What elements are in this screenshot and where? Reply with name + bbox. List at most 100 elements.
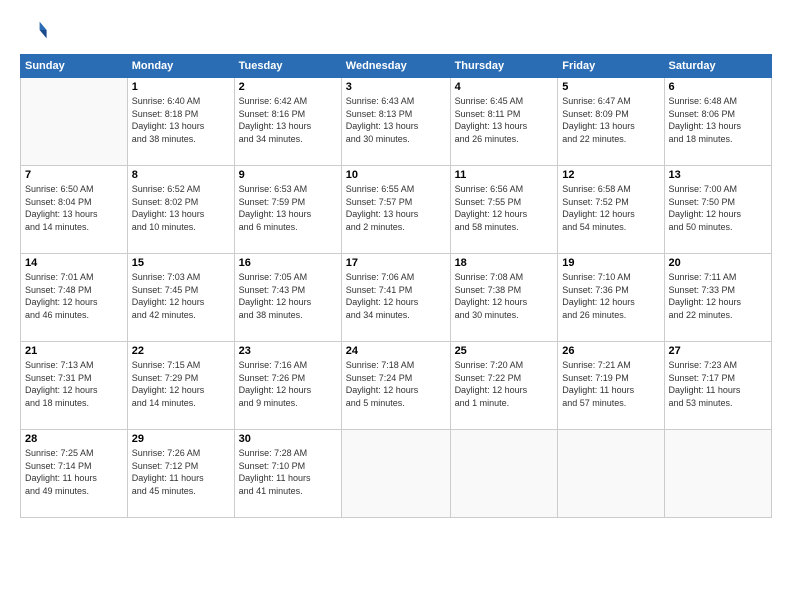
day-info: Sunrise: 6:43 AM Sunset: 8:13 PM Dayligh… (346, 95, 446, 145)
day-number: 30 (239, 433, 337, 445)
day-number: 28 (25, 433, 123, 445)
calendar-header-friday: Friday (558, 55, 664, 78)
calendar-header-saturday: Saturday (664, 55, 771, 78)
day-number: 27 (669, 345, 767, 357)
day-number: 15 (132, 257, 230, 269)
calendar-cell: 12 Sunrise: 6:58 AM Sunset: 7:52 PM Dayli… (558, 166, 664, 254)
calendar-cell (450, 430, 558, 518)
day-number: 26 (562, 345, 659, 357)
calendar-header-monday: Monday (127, 55, 234, 78)
day-info: Sunrise: 7:06 AM Sunset: 7:41 PM Dayligh… (346, 271, 446, 321)
page: SundayMondayTuesdayWednesdayThursdayFrid… (0, 0, 792, 612)
calendar-cell: 3 Sunrise: 6:43 AM Sunset: 8:13 PM Daylig… (341, 78, 450, 166)
calendar-cell: 20Sunrise: 7:11 AM Sunset: 7:33 PM Dayli… (664, 254, 771, 342)
calendar-table: SundayMondayTuesdayWednesdayThursdayFrid… (20, 54, 772, 518)
day-number: 13 (669, 169, 767, 181)
day-number: 12 (562, 169, 659, 181)
calendar-cell: 19 Sunrise: 7:10 AM Sunset: 7:36 PM Dayli… (558, 254, 664, 342)
day-number: 2 (239, 81, 337, 93)
calendar-week-5: 28 Sunrise: 7:25 AM Sunset: 7:14 PM Dayli… (21, 430, 772, 518)
day-number: 3 (346, 81, 446, 93)
day-number: 23 (239, 345, 337, 357)
calendar-cell (341, 430, 450, 518)
logo-icon (20, 16, 48, 44)
calendar-header-sunday: Sunday (21, 55, 128, 78)
day-info: Sunrise: 6:55 AM Sunset: 7:57 PM Dayligh… (346, 183, 446, 233)
calendar-cell: 25 Sunrise: 7:20 AM Sunset: 7:22 PM Dayli… (450, 342, 558, 430)
day-number: 10 (346, 169, 446, 181)
day-info: Sunrise: 7:21 AM Sunset: 7:19 PM Dayligh… (562, 359, 659, 409)
calendar-cell: 16 Sunrise: 7:05 AM Sunset: 7:43 PM Dayli… (234, 254, 341, 342)
calendar-week-3: 14 Sunrise: 7:01 AM Sunset: 7:48 PM Dayli… (21, 254, 772, 342)
day-info: Sunrise: 7:25 AM Sunset: 7:14 PM Dayligh… (25, 447, 123, 497)
day-number: 11 (455, 169, 554, 181)
calendar-cell: 11 Sunrise: 6:56 AM Sunset: 7:55 PM Dayli… (450, 166, 558, 254)
calendar-cell: 10 Sunrise: 6:55 AM Sunset: 7:57 PM Dayli… (341, 166, 450, 254)
calendar-header-thursday: Thursday (450, 55, 558, 78)
calendar-cell (21, 78, 128, 166)
calendar-cell: 22 Sunrise: 7:15 AM Sunset: 7:29 PM Dayli… (127, 342, 234, 430)
day-info: Sunrise: 7:23 AM Sunset: 7:17 PM Dayligh… (669, 359, 767, 409)
day-number: 5 (562, 81, 659, 93)
day-info: Sunrise: 7:11 AM Sunset: 7:33 PM Dayligh… (669, 271, 767, 321)
day-info: Sunrise: 6:56 AM Sunset: 7:55 PM Dayligh… (455, 183, 554, 233)
day-number: 19 (562, 257, 659, 269)
day-info: Sunrise: 6:40 AM Sunset: 8:18 PM Dayligh… (132, 95, 230, 145)
calendar-cell: 17 Sunrise: 7:06 AM Sunset: 7:41 PM Dayli… (341, 254, 450, 342)
day-info: Sunrise: 6:53 AM Sunset: 7:59 PM Dayligh… (239, 183, 337, 233)
logo (20, 16, 52, 44)
calendar-cell: 9Sunrise: 6:53 AM Sunset: 7:59 PM Daylig… (234, 166, 341, 254)
day-info: Sunrise: 7:05 AM Sunset: 7:43 PM Dayligh… (239, 271, 337, 321)
calendar-week-4: 21 Sunrise: 7:13 AM Sunset: 7:31 PM Dayli… (21, 342, 772, 430)
calendar-cell: 24 Sunrise: 7:18 AM Sunset: 7:24 PM Dayli… (341, 342, 450, 430)
day-number: 1 (132, 81, 230, 93)
day-number: 8 (132, 169, 230, 181)
day-number: 29 (132, 433, 230, 445)
day-info: Sunrise: 6:52 AM Sunset: 8:02 PM Dayligh… (132, 183, 230, 233)
calendar-header-row: SundayMondayTuesdayWednesdayThursdayFrid… (21, 55, 772, 78)
calendar-cell: 2Sunrise: 6:42 AM Sunset: 8:16 PM Daylig… (234, 78, 341, 166)
calendar-cell: 18Sunrise: 7:08 AM Sunset: 7:38 PM Dayli… (450, 254, 558, 342)
calendar-cell: 13Sunrise: 7:00 AM Sunset: 7:50 PM Dayli… (664, 166, 771, 254)
day-number: 21 (25, 345, 123, 357)
day-info: Sunrise: 6:58 AM Sunset: 7:52 PM Dayligh… (562, 183, 659, 233)
calendar-cell: 26 Sunrise: 7:21 AM Sunset: 7:19 PM Dayli… (558, 342, 664, 430)
day-info: Sunrise: 7:13 AM Sunset: 7:31 PM Dayligh… (25, 359, 123, 409)
calendar-cell: 30 Sunrise: 7:28 AM Sunset: 7:10 PM Dayli… (234, 430, 341, 518)
calendar-cell: 1 Sunrise: 6:40 AM Sunset: 8:18 PM Daylig… (127, 78, 234, 166)
day-info: Sunrise: 6:45 AM Sunset: 8:11 PM Dayligh… (455, 95, 554, 145)
day-info: Sunrise: 6:50 AM Sunset: 8:04 PM Dayligh… (25, 183, 123, 233)
header (20, 16, 772, 44)
day-info: Sunrise: 6:47 AM Sunset: 8:09 PM Dayligh… (562, 95, 659, 145)
calendar-header-wednesday: Wednesday (341, 55, 450, 78)
day-number: 25 (455, 345, 554, 357)
calendar-cell: 15 Sunrise: 7:03 AM Sunset: 7:45 PM Dayli… (127, 254, 234, 342)
day-info: Sunrise: 7:15 AM Sunset: 7:29 PM Dayligh… (132, 359, 230, 409)
calendar-cell (664, 430, 771, 518)
calendar-cell: 6Sunrise: 6:48 AM Sunset: 8:06 PM Daylig… (664, 78, 771, 166)
day-info: Sunrise: 6:48 AM Sunset: 8:06 PM Dayligh… (669, 95, 767, 145)
day-info: Sunrise: 7:10 AM Sunset: 7:36 PM Dayligh… (562, 271, 659, 321)
day-number: 24 (346, 345, 446, 357)
day-info: Sunrise: 7:01 AM Sunset: 7:48 PM Dayligh… (25, 271, 123, 321)
calendar-cell: 29 Sunrise: 7:26 AM Sunset: 7:12 PM Dayli… (127, 430, 234, 518)
day-info: Sunrise: 7:28 AM Sunset: 7:10 PM Dayligh… (239, 447, 337, 497)
day-number: 16 (239, 257, 337, 269)
day-number: 22 (132, 345, 230, 357)
day-number: 18 (455, 257, 554, 269)
calendar-week-2: 7 Sunrise: 6:50 AM Sunset: 8:04 PM Daylig… (21, 166, 772, 254)
day-number: 7 (25, 169, 123, 181)
day-info: Sunrise: 7:26 AM Sunset: 7:12 PM Dayligh… (132, 447, 230, 497)
day-info: Sunrise: 7:20 AM Sunset: 7:22 PM Dayligh… (455, 359, 554, 409)
calendar-cell: 14 Sunrise: 7:01 AM Sunset: 7:48 PM Dayli… (21, 254, 128, 342)
calendar-cell: 23Sunrise: 7:16 AM Sunset: 7:26 PM Dayli… (234, 342, 341, 430)
calendar-cell: 7 Sunrise: 6:50 AM Sunset: 8:04 PM Daylig… (21, 166, 128, 254)
day-number: 14 (25, 257, 123, 269)
day-info: Sunrise: 7:18 AM Sunset: 7:24 PM Dayligh… (346, 359, 446, 409)
calendar-cell: 21 Sunrise: 7:13 AM Sunset: 7:31 PM Dayli… (21, 342, 128, 430)
calendar-header-tuesday: Tuesday (234, 55, 341, 78)
day-info: Sunrise: 7:03 AM Sunset: 7:45 PM Dayligh… (132, 271, 230, 321)
calendar-cell: 27 Sunrise: 7:23 AM Sunset: 7:17 PM Dayli… (664, 342, 771, 430)
calendar-cell: 28 Sunrise: 7:25 AM Sunset: 7:14 PM Dayli… (21, 430, 128, 518)
day-number: 17 (346, 257, 446, 269)
